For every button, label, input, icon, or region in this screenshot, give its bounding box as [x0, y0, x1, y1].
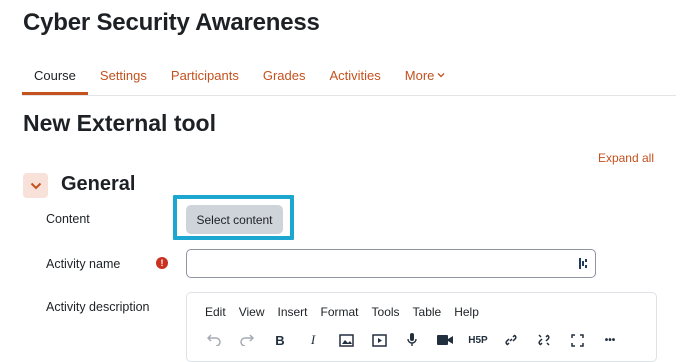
unlink-icon[interactable] [533, 331, 555, 349]
nav-divider [22, 95, 676, 96]
page-title: New External tool [23, 110, 216, 136]
redo-icon[interactable] [236, 331, 258, 349]
undo-icon[interactable] [203, 331, 225, 349]
media-icon[interactable] [368, 331, 390, 349]
expand-all-link[interactable]: Expand all [598, 151, 654, 165]
menu-format[interactable]: Format [321, 305, 359, 319]
italic-button[interactable]: I [302, 331, 324, 349]
activity-name-input[interactable] [186, 249, 596, 278]
microphone-icon[interactable] [401, 331, 423, 349]
menu-edit[interactable]: Edit [205, 305, 226, 319]
menu-insert[interactable]: Insert [277, 305, 307, 319]
chevron-down-icon [30, 177, 42, 195]
tab-settings[interactable]: Settings [88, 56, 159, 94]
tab-grades[interactable]: Grades [251, 56, 318, 94]
tab-more-label: More [404, 67, 435, 83]
required-icon: ! [156, 257, 168, 269]
menu-view[interactable]: View [239, 305, 265, 319]
image-icon[interactable] [335, 331, 357, 349]
editor-toolbar: B I H5P ••• [203, 331, 632, 349]
activity-description-label: Activity description [46, 300, 150, 314]
menu-tools[interactable]: Tools [372, 305, 400, 319]
more-toolbar-button[interactable]: ••• [599, 331, 621, 349]
tab-course[interactable]: Course [22, 56, 88, 95]
menu-table[interactable]: Table [413, 305, 442, 319]
password-manager-icon[interactable] [579, 257, 587, 270]
video-icon[interactable] [434, 331, 456, 349]
editor-menubar: Edit View Insert Format Tools Table Help [205, 305, 492, 319]
content-label: Content [46, 212, 90, 226]
course-title: Cyber Security Awareness [23, 9, 320, 36]
section-title: General [61, 173, 136, 195]
menu-help[interactable]: Help [454, 305, 479, 319]
h5p-button[interactable]: H5P [467, 331, 489, 349]
tab-more[interactable]: More [393, 56, 458, 94]
course-nav: Course Settings Participants Grades Acti… [22, 56, 688, 95]
bold-button[interactable]: B [269, 331, 291, 349]
select-content-button[interactable]: Select content [186, 205, 283, 234]
section-collapse-toggle[interactable] [23, 173, 48, 198]
chevron-down-icon [437, 70, 445, 81]
tab-participants[interactable]: Participants [159, 56, 251, 94]
description-editor[interactable]: Edit View Insert Format Tools Table Help… [186, 292, 657, 362]
activity-name-label: Activity name [46, 257, 121, 271]
fullscreen-icon[interactable] [566, 331, 588, 349]
link-icon[interactable] [500, 331, 522, 349]
tab-activities[interactable]: Activities [317, 56, 392, 94]
